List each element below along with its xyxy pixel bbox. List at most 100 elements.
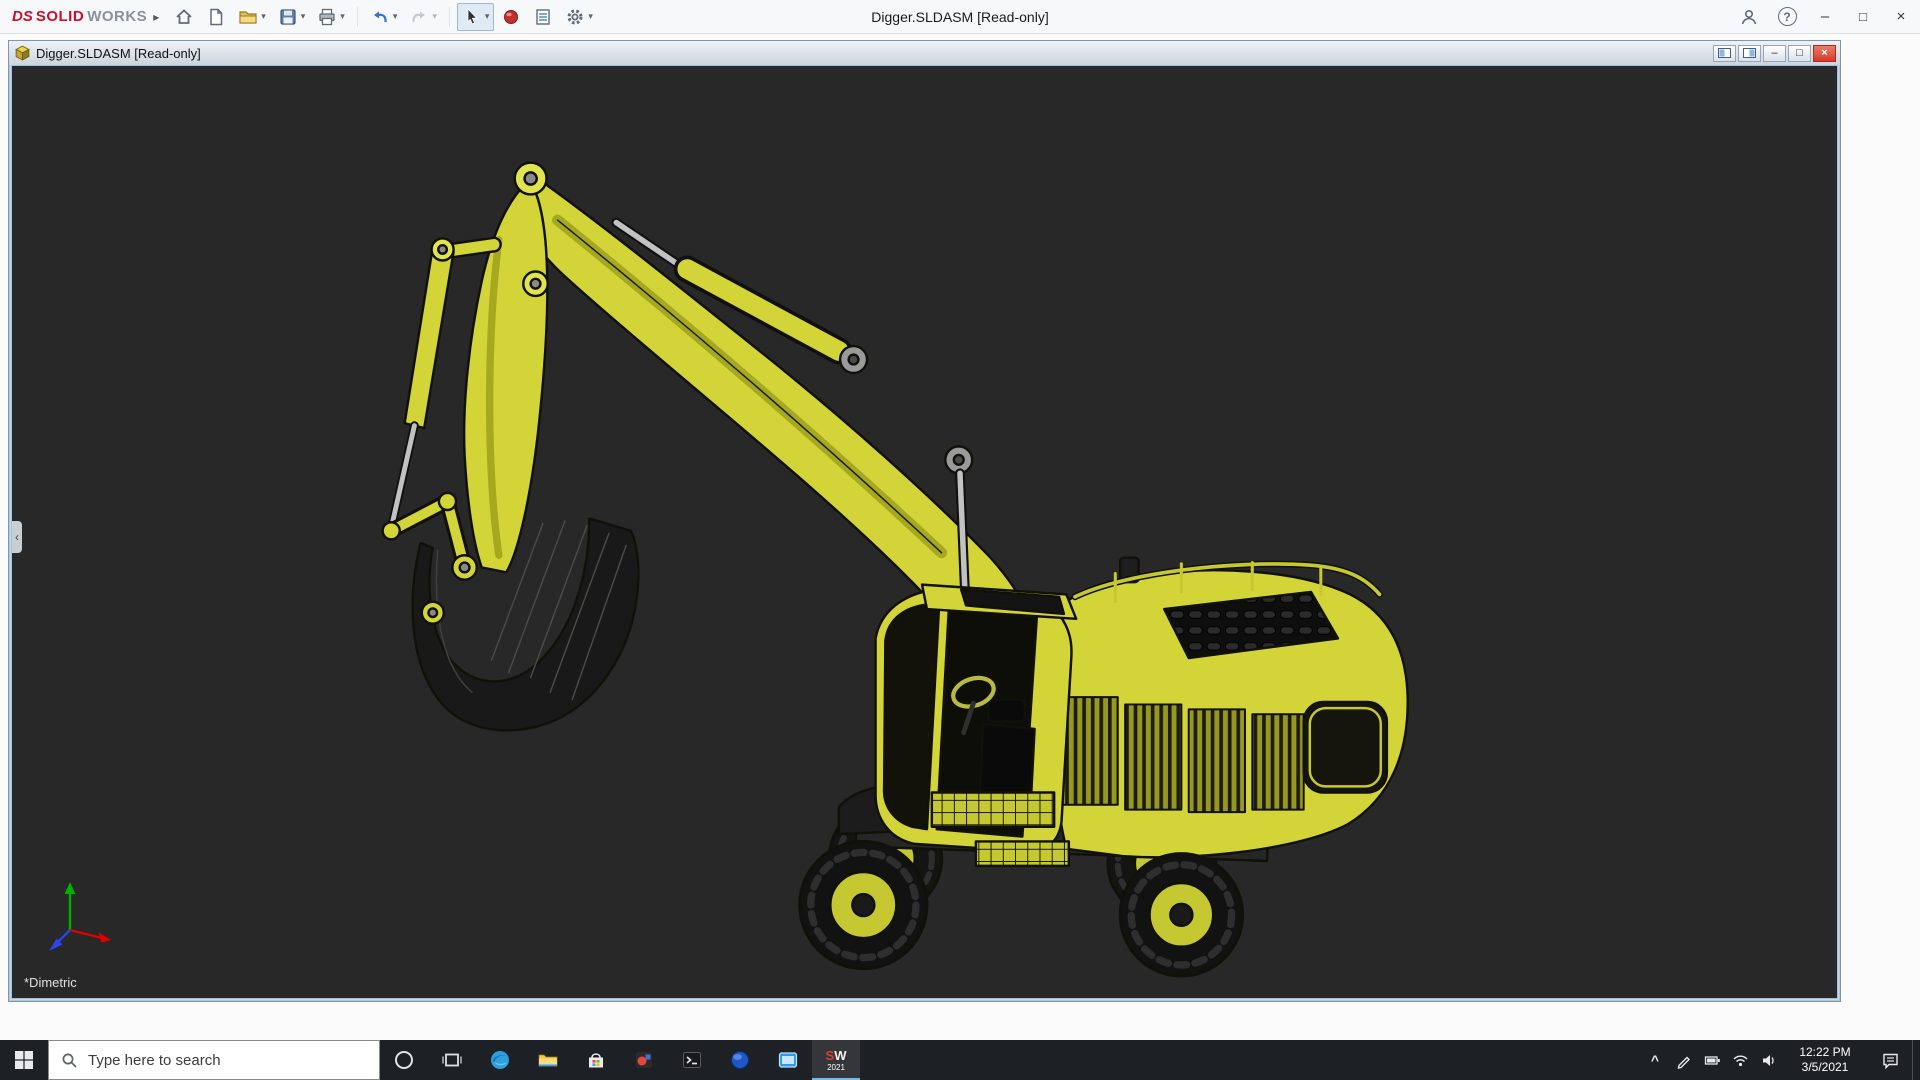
redo-caret-icon[interactable]: ▾ — [432, 12, 437, 21]
close-button[interactable]: × — [1882, 0, 1920, 33]
taskbar-edge-button[interactable] — [476, 1040, 524, 1080]
undo-button[interactable]: ▾ — [365, 3, 403, 31]
redo-button[interactable]: ▾ — [404, 3, 442, 31]
taskbar-clock[interactable]: 12:22 PM 3/5/2021 — [1782, 1040, 1868, 1080]
tray-battery-button[interactable] — [1698, 1040, 1726, 1080]
quick-access-toolbar: ▾ ▾ ▾ ▾ ▾ ▾ ▾ — [169, 3, 598, 31]
show-desktop-button[interactable] — [1912, 1040, 1920, 1080]
account-icon — [1739, 7, 1759, 27]
colored-app-icon — [632, 1048, 656, 1072]
task-view-button[interactable] — [428, 1040, 476, 1080]
orientation-triad-icon — [38, 874, 128, 964]
document-minimize-button[interactable]: – — [1763, 45, 1786, 62]
save-caret-icon[interactable]: ▾ — [301, 12, 306, 21]
3d-viewport[interactable]: *Dimetric ‹ — [11, 65, 1838, 999]
window-title: Digger.SLDASM [Read-only] — [871, 0, 1048, 34]
open-button[interactable]: ▾ — [233, 3, 271, 31]
tray-pen-button[interactable] — [1670, 1040, 1698, 1080]
ds-logo: DS — [12, 8, 33, 25]
taskbar-app-button-window[interactable] — [764, 1040, 812, 1080]
maximize-button[interactable]: □ — [1844, 0, 1882, 33]
cortana-icon — [393, 1049, 415, 1071]
titlebar-right-controls: ? – □ × — [1730, 0, 1920, 33]
minimize-button[interactable]: – — [1806, 0, 1844, 33]
toolbar-separator — [449, 7, 450, 27]
document-window-buttons: – □ × — [1713, 45, 1836, 62]
options-caret-icon[interactable]: ▾ — [588, 12, 593, 21]
side-vent — [1125, 704, 1181, 809]
excavator-model[interactable] — [12, 66, 1837, 998]
search-icon — [61, 1052, 78, 1069]
taskbar: SW 2021 ^ 12:22 PM 3/5/2021 — [0, 1040, 1920, 1080]
document-restore-button[interactable]: □ — [1788, 45, 1811, 62]
assembly-cube-icon — [15, 45, 30, 61]
menu-expand-arrow-icon[interactable]: ▸ — [153, 10, 159, 24]
help-button[interactable]: ? — [1768, 0, 1806, 33]
appearances-button[interactable] — [496, 3, 526, 31]
action-center-icon — [1881, 1051, 1900, 1070]
select-caret-icon[interactable]: ▾ — [485, 12, 490, 21]
taskbar-app-button-colored[interactable] — [620, 1040, 668, 1080]
taskbar-search[interactable] — [48, 1040, 380, 1080]
side-vent — [1189, 709, 1245, 812]
hidden-icons-button[interactable]: ^ — [1640, 1040, 1670, 1080]
print-button[interactable]: ▾ — [312, 3, 350, 31]
solidworks-year-badge: 2021 — [827, 1064, 845, 1072]
design-table-button[interactable] — [528, 3, 558, 31]
start-button[interactable] — [0, 1040, 48, 1080]
select-tool-button[interactable]: ▾ — [457, 3, 495, 31]
clock-date: 3/5/2021 — [1802, 1060, 1849, 1075]
brand-solid-text: SOLID — [36, 8, 84, 25]
windows-logo-icon — [14, 1050, 34, 1070]
document-titlebar[interactable]: Digger.SLDASM [Read-only] – □ × — [9, 41, 1840, 65]
open-caret-icon[interactable]: ▾ — [261, 12, 266, 21]
taskbar-file-explorer-button[interactable] — [524, 1040, 572, 1080]
volume-icon — [1760, 1052, 1777, 1069]
cascade-windows-icon — [1718, 48, 1731, 58]
tray-network-button[interactable] — [1726, 1040, 1754, 1080]
gear-icon — [565, 7, 585, 27]
brand-works-text: WORKS — [87, 8, 147, 25]
new-document-icon — [206, 7, 226, 27]
open-folder-icon — [238, 7, 258, 27]
home-button[interactable] — [169, 3, 199, 31]
home-icon — [174, 7, 194, 27]
cortana-button[interactable] — [380, 1040, 428, 1080]
tray-volume-button[interactable] — [1754, 1040, 1782, 1080]
solidworks-logo: DS SOLIDWORKS — [12, 8, 147, 25]
taskbar-solidworks-button[interactable]: SW 2021 — [812, 1040, 860, 1080]
pen-icon — [1676, 1052, 1693, 1069]
print-caret-icon[interactable]: ▾ — [340, 12, 345, 21]
action-center-button[interactable] — [1868, 1040, 1912, 1080]
step-grid — [976, 841, 1069, 865]
design-table-icon — [533, 7, 553, 27]
sphere-app-icon — [728, 1048, 752, 1072]
account-button[interactable] — [1730, 0, 1768, 33]
taskbar-command-prompt-button[interactable] — [668, 1040, 716, 1080]
task-view-icon — [441, 1049, 463, 1071]
taskbar-search-input[interactable] — [88, 1052, 367, 1069]
file-explorer-icon — [536, 1048, 560, 1072]
undo-icon — [370, 7, 390, 27]
feature-tree-collapse-tab[interactable]: ‹ — [12, 521, 22, 553]
cascade-windows-button[interactable] — [1713, 45, 1736, 62]
undo-caret-icon[interactable]: ▾ — [393, 12, 398, 21]
tile-windows-icon — [1743, 48, 1756, 58]
window-app-icon — [776, 1048, 800, 1072]
redo-icon — [409, 7, 429, 27]
battery-icon — [1704, 1052, 1721, 1069]
side-vent — [1061, 697, 1117, 805]
side-vent — [1252, 714, 1303, 809]
document-close-button[interactable]: × — [1813, 45, 1836, 62]
appearance-sphere-icon — [501, 7, 521, 27]
toolbar-separator — [357, 7, 358, 27]
step-grid — [932, 793, 1054, 827]
options-button[interactable]: ▾ — [560, 3, 598, 31]
taskbar-store-button[interactable] — [572, 1040, 620, 1080]
new-document-button[interactable] — [201, 3, 231, 31]
save-button[interactable]: ▾ — [273, 3, 311, 31]
tile-windows-button[interactable] — [1738, 45, 1761, 62]
solidworks-icon: SW 2021 — [826, 1049, 847, 1072]
taskbar-app-button-sphere[interactable] — [716, 1040, 764, 1080]
store-icon — [584, 1048, 608, 1072]
